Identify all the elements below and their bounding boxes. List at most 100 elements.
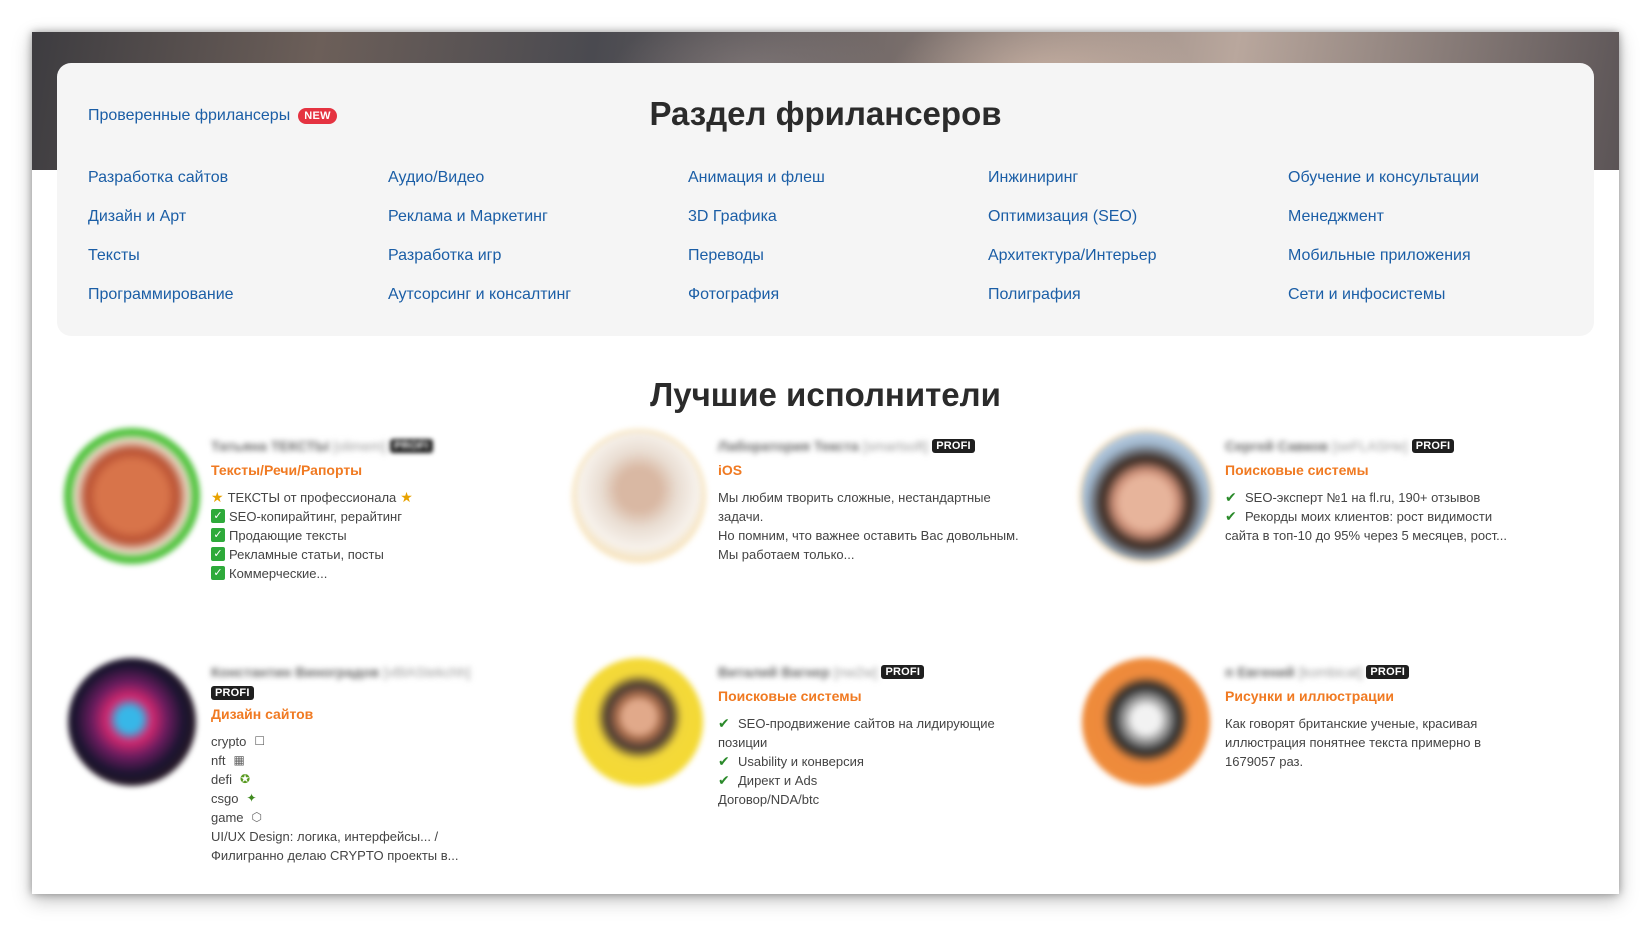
description-text: позиции	[718, 735, 768, 750]
performer-description: crypto ☐ nft ▦ defi ✪ csgo ✦ game ⬡ UI/UX Des…	[211, 732, 551, 865]
page: Проверенные фрилансеры NEW Раздел фрилан…	[32, 32, 1619, 894]
freelancer-categories-card: Проверенные фрилансеры NEW Раздел фрилан…	[57, 63, 1594, 336]
category-link[interactable]: Аудио/Видео	[388, 169, 688, 208]
description-text: Договор/NDA/btc	[718, 792, 820, 807]
freelancers-section-title: Раздел фрилансеров	[649, 95, 1002, 132]
category-link[interactable]: Обучение и консультации	[1288, 169, 1588, 208]
performer-info: Сергей Савков [seFLASHe] PROFI Поисковые…	[1225, 436, 1565, 545]
performer-specialty[interactable]: iOS	[718, 462, 1058, 478]
description-line: nft ▦	[211, 751, 551, 770]
performer-name[interactable]: Сергей Савков	[1225, 438, 1328, 454]
star-icon: ★	[211, 489, 224, 505]
description-line: позиции	[718, 733, 1058, 752]
category-link[interactable]: Оптимизация (SEO)	[988, 208, 1288, 247]
performer-card: Виталий Вагнер [nw2w] PROFI Поисковые си…	[575, 658, 1075, 878]
description-line: crypto ☐	[211, 732, 551, 751]
category-link[interactable]: Тексты	[88, 247, 388, 286]
description-line: game ⬡	[211, 808, 551, 827]
check-icon: ✔	[718, 772, 730, 788]
description-line: ✔ Директ и Ads	[718, 771, 1058, 790]
avatar[interactable]	[68, 432, 196, 560]
avatar[interactable]	[68, 658, 196, 786]
performer-name[interactable]: п Евгений	[1225, 664, 1295, 680]
description-text: defi	[211, 772, 232, 787]
description-line: defi ✪	[211, 770, 551, 789]
description-text: Продающие тексты	[229, 528, 347, 543]
picture-icon: ▦	[233, 753, 245, 767]
description-text: csgo	[211, 791, 239, 806]
description-text: UI/UX Design: логика, интерфейсы... /	[211, 829, 439, 844]
category-link[interactable]: Переводы	[688, 247, 988, 286]
description-line: ✔ Рекорды моих клиентов: рост видимости	[1225, 507, 1565, 526]
performer-name[interactable]: Лаборатория Текста	[718, 438, 859, 454]
performer-specialty[interactable]: Дизайн сайтов	[211, 706, 551, 722]
description-line: 1679057 раз.	[1225, 752, 1565, 771]
category-link[interactable]: Архитектура/Интерьер	[988, 247, 1288, 286]
description-text: Но помним, что важнее оставить Вас довол…	[718, 528, 1019, 543]
performer-login: [nw2w]	[833, 664, 878, 680]
description-line: задачи.	[718, 507, 1058, 526]
name-line: Татьяна ТЕКСТЫ [olimem] PROFI	[211, 436, 551, 456]
category-link[interactable]: Дизайн и Арт	[88, 208, 388, 247]
performer-description: ✔ SEO-эксперт №1 на fl.ru, 190+ отзывов ✔…	[1225, 488, 1565, 545]
description-line: сайта в топ-10 до 95% через 5 месяцев, р…	[1225, 526, 1565, 545]
performer-name[interactable]: Константин Виноградов	[211, 664, 379, 680]
gun-icon: ✦	[246, 791, 257, 805]
description-text: Рекламные статьи, посты	[229, 547, 384, 562]
performer-login: [vBlAStekchh]	[383, 664, 471, 680]
description-text: иллюстрация понятнее текста примерно в	[1225, 735, 1482, 750]
description-text: 1679057 раз.	[1225, 754, 1304, 769]
category-link[interactable]: Полиграфия	[988, 286, 1288, 325]
coin-icon: ✪	[239, 772, 251, 786]
star-icon: ★	[400, 489, 413, 505]
category-link[interactable]: Аутсорсинг и консалтинг	[388, 286, 688, 325]
avatar[interactable]	[1082, 658, 1210, 786]
performer-info: п Евгений [kombicat] PROFI Рисунки и илл…	[1225, 662, 1565, 771]
category-link[interactable]: Менеджмент	[1288, 208, 1588, 247]
description-line: ✓ Продающие тексты	[211, 526, 551, 545]
category-link[interactable]: 3D Графика	[688, 208, 988, 247]
category-link[interactable]: Сети и инфосистемы	[1288, 286, 1588, 325]
description-line: Как говорят британские ученые, красивая	[1225, 714, 1565, 733]
description-text: Рекорды моих клиентов: рост видимости	[1245, 509, 1493, 524]
description-text: Мы работаем только...	[718, 547, 855, 562]
category-link[interactable]: Мобильные приложения	[1288, 247, 1588, 286]
profi-row: PROFI	[211, 682, 551, 704]
performer-specialty[interactable]: Поисковые системы	[718, 688, 1058, 704]
description-line: csgo ✦	[211, 789, 551, 808]
name-line: Сергей Савков [seFLASHe] PROFI	[1225, 436, 1565, 456]
category-link[interactable]: Инжиниринг	[988, 169, 1288, 208]
performer-description: Как говорят британские ученые, красивая …	[1225, 714, 1565, 771]
performer-card: Константин Виноградов [vBlAStekchh] PROF…	[68, 658, 568, 878]
checkbox-check-icon: ✓	[211, 547, 225, 561]
performer-specialty[interactable]: Рисунки и иллюстрации	[1225, 688, 1565, 704]
performer-specialty[interactable]: Поисковые системы	[1225, 462, 1565, 478]
category-link[interactable]: Анимация и флеш	[688, 169, 988, 208]
avatar[interactable]	[575, 432, 703, 560]
avatar[interactable]	[1082, 432, 1210, 560]
description-line: ✔ SEO-эксперт №1 на fl.ru, 190+ отзывов	[1225, 488, 1565, 507]
description-text: Коммерческие...	[229, 566, 328, 581]
profi-badge: PROFI	[932, 439, 975, 453]
name-line: Константин Виноградов [vBlAStekchh]	[211, 662, 551, 682]
category-link[interactable]: Фотография	[688, 286, 988, 325]
performer-specialty[interactable]: Тексты/Речи/Рапорты	[211, 462, 551, 478]
category-link[interactable]: Реклама и Маркетинг	[388, 208, 688, 247]
description-line: ✓ Рекламные статьи, посты	[211, 545, 551, 564]
description-text: SEO-копирайтинг, рерайтинг	[229, 509, 402, 524]
performer-login: [smartsoft]	[862, 438, 929, 454]
performer-card: Сергей Савков [seFLASHe] PROFI Поисковые…	[1082, 432, 1582, 652]
description-line: Мы любим творить сложные, нестандартные	[718, 488, 1058, 507]
performer-card: Лаборатория Текста [smartsoft] PROFI iOS…	[575, 432, 1075, 652]
category-link[interactable]: Программирование	[88, 286, 388, 325]
category-link[interactable]: Разработка сайтов	[88, 169, 388, 208]
description-text: crypto	[211, 734, 247, 749]
avatar[interactable]	[575, 658, 703, 786]
description-text: Директ и Ads	[738, 773, 818, 788]
description-line: Филигранно делаю CRYPTO проекты в...	[211, 846, 551, 865]
performer-name[interactable]: Виталий Вагнер	[718, 664, 830, 680]
category-link[interactable]: Разработка игр	[388, 247, 688, 286]
performer-name[interactable]: Татьяна ТЕКСТЫ	[211, 438, 329, 454]
profi-badge: PROFI	[1411, 439, 1455, 453]
description-line: ✔ Usability и конверсия	[718, 752, 1058, 771]
